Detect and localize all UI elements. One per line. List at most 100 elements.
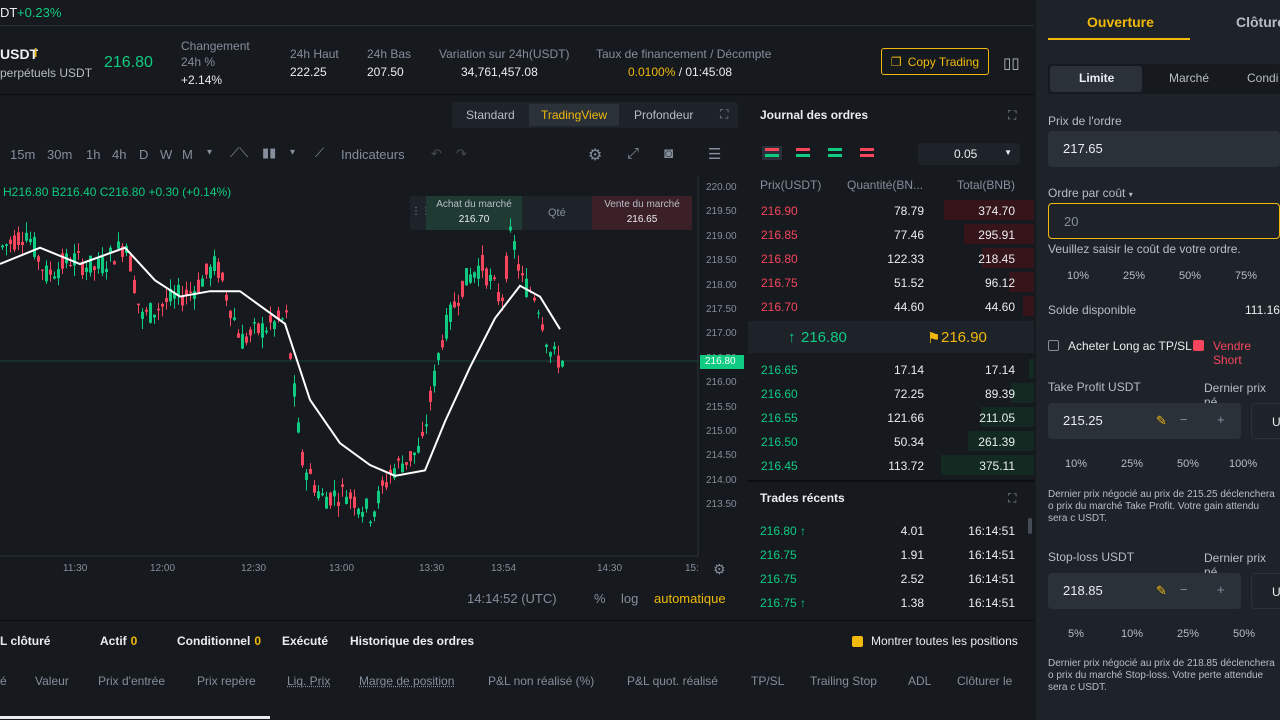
indicators-icon[interactable]: ⟋ — [315, 145, 324, 161]
interval-d[interactable]: D — [139, 147, 148, 162]
interval-30m[interactable]: 30m — [47, 147, 72, 162]
line-chart-icon[interactable]: ⟋⟍ — [230, 145, 248, 161]
chart-type-dropdown-icon[interactable]: ▾ — [290, 147, 295, 158]
edit-icon[interactable]: ✎ — [1156, 583, 1167, 599]
sl-minus-button[interactable]: − — [1180, 582, 1188, 597]
order-type-limit[interactable]: Limite — [1079, 71, 1114, 85]
short-tpsl-checkbox[interactable] — [1193, 340, 1204, 351]
edit-icon[interactable]: ✎ — [1156, 413, 1167, 429]
sl-pct-50[interactable]: 50% — [1233, 628, 1255, 640]
interval-dropdown-icon[interactable]: ▾ — [207, 147, 212, 158]
bid-row[interactable]: 216.65 17.14 17.14 — [748, 357, 1034, 381]
interval-w[interactable]: W — [160, 147, 172, 162]
sl-plus-button[interactable]: + — [1217, 582, 1225, 597]
positions-tab[interactable]: Exécuté — [282, 634, 332, 648]
ask-row[interactable]: 216.80 122.33 218.45 — [748, 246, 1034, 270]
tp-price-input[interactable]: 215.25 ✎ − + — [1048, 403, 1241, 439]
interval-1h[interactable]: 1h — [86, 147, 100, 162]
book-view-asks-icon[interactable] — [860, 146, 876, 160]
positions-tab[interactable]: Conditionnel 0 — [177, 634, 261, 648]
log-scale-toggle[interactable]: log — [621, 591, 638, 606]
tp-pct-50[interactable]: 50% — [1177, 458, 1199, 470]
order-type-conditional[interactable]: Condi — [1247, 71, 1278, 85]
percent-scale-toggle[interactable]: % — [594, 591, 606, 606]
book-view-split-icon[interactable] — [796, 146, 812, 160]
tick-size-select[interactable]: 0.05 ▼ — [918, 143, 1020, 165]
cost-pct-50[interactable]: 50% — [1179, 270, 1201, 282]
column-header[interactable]: Trailing Stop — [810, 674, 877, 688]
tab-tradingview[interactable]: TradingView — [529, 104, 619, 126]
column-header[interactable]: Prix d'entrée — [98, 674, 165, 688]
indicators-button[interactable]: Indicateurs — [341, 147, 405, 162]
column-header[interactable]: Liq. Prix — [287, 674, 330, 688]
candlestick-chart[interactable] — [0, 176, 746, 580]
expand-chart-icon[interactable]: ⛶ — [720, 107, 728, 122]
book-view-bids-icon[interactable] — [828, 146, 844, 160]
redo-icon[interactable]: ↷ — [456, 146, 467, 162]
ask-row[interactable]: 216.75 51.52 96.12 — [748, 270, 1034, 294]
undo-icon[interactable]: ↶ — [431, 146, 442, 162]
positions-tab[interactable]: Historique des ordres — [350, 634, 478, 648]
layout-icon[interactable]: ☰ — [708, 145, 721, 163]
tab-close[interactable]: Clôture — [1236, 14, 1280, 30]
show-all-checkbox[interactable] — [852, 636, 863, 647]
bid-row[interactable]: 216.50 50.34 261.39 — [748, 429, 1034, 453]
tab-depth[interactable]: Profondeur — [622, 104, 705, 126]
cost-label[interactable]: Ordre par coût ▾ — [1048, 186, 1133, 200]
funding-stat[interactable]: Taux de financement / Décompte 0.0100% /… — [596, 47, 771, 79]
column-header[interactable]: Clôturer le — [957, 674, 1012, 688]
camera-icon[interactable]: ◙ — [664, 145, 673, 162]
order-type-market[interactable]: Marché — [1169, 71, 1209, 85]
tpsl-checkbox[interactable] — [1048, 340, 1059, 351]
column-header[interactable]: é — [0, 674, 7, 688]
ask-row[interactable]: 216.90 78.79 374.70 — [748, 198, 1034, 222]
column-header[interactable]: P&L quot. réalisé — [627, 674, 718, 688]
column-header[interactable]: Marge de position — [359, 674, 454, 688]
tab-standard[interactable]: Standard — [454, 104, 527, 126]
axis-settings-icon[interactable]: ⚙ — [713, 561, 726, 578]
candles-icon[interactable]: ▮▮ — [262, 145, 276, 161]
interval-4h[interactable]: 4h — [112, 147, 126, 162]
order-price-input[interactable]: 217.65 — [1048, 131, 1280, 167]
long-tpsl-label[interactable]: Acheter Long ac TP/SL — [1068, 339, 1192, 353]
sl-pct-25[interactable]: 25% — [1177, 628, 1199, 640]
positions-tab[interactable]: Actif 0 — [100, 634, 137, 648]
bid-row[interactable]: 216.45 113.72 375.11 — [748, 453, 1034, 477]
show-all-label[interactable]: Montrer toutes les positions — [871, 634, 1018, 648]
time-axis[interactable]: 11:30 12:00 12:30 13:00 13:30 13:54 14:30 15: — [0, 563, 700, 577]
symbol-title[interactable]: USDT — [0, 46, 38, 62]
ask-row[interactable]: 216.85 77.46 295.91 — [748, 222, 1034, 246]
expand-orderbook-icon[interactable]: ⛶ — [1008, 108, 1016, 123]
fullscreen-icon[interactable]: ⤢ — [627, 145, 639, 162]
sl-price-input[interactable]: 218.85 ✎ − + — [1048, 573, 1241, 609]
book-icon[interactable]: ▯▯ — [1003, 54, 1020, 72]
tp-pct-10[interactable]: 10% — [1065, 458, 1087, 470]
column-header[interactable]: P&L non réalisé (%) — [488, 674, 594, 688]
tab-open[interactable]: Ouverture — [1087, 14, 1154, 30]
tp-plus-button[interactable]: + — [1217, 412, 1225, 427]
ask-row[interactable]: 216.70 44.60 44.60 — [748, 294, 1034, 318]
order-cost-input[interactable]: 20 — [1048, 203, 1280, 239]
bid-row[interactable]: 216.60 72.25 89.39 — [748, 381, 1034, 405]
positions-tab[interactable]: L clôturé — [0, 634, 54, 648]
settings-icon[interactable]: ⚙ — [588, 145, 602, 165]
cost-pct-25[interactable]: 25% — [1123, 270, 1145, 282]
copy-trading-button[interactable]: ❐ Copy Trading — [881, 48, 989, 75]
sl-pct-10[interactable]: 10% — [1121, 628, 1143, 640]
column-header[interactable]: Prix repère — [197, 674, 256, 688]
cost-pct-75[interactable]: 75% — [1235, 270, 1257, 282]
interval-15m[interactable]: 15m — [10, 147, 35, 162]
info-icon[interactable]: i — [34, 46, 37, 60]
tp-pct-25[interactable]: 25% — [1121, 458, 1143, 470]
column-header[interactable]: TP/SL — [751, 674, 784, 688]
tp-minus-button[interactable]: − — [1180, 412, 1188, 427]
expand-trades-icon[interactable]: ⛶ — [1008, 491, 1016, 506]
book-view-both-icon[interactable] — [762, 146, 782, 160]
column-header[interactable]: ADL — [908, 674, 931, 688]
auto-scale-toggle[interactable]: automatique — [654, 591, 726, 606]
trades-scrollbar[interactable] — [1028, 518, 1032, 534]
tp-pct-100[interactable]: 100% — [1229, 458, 1257, 470]
sl-unit-select[interactable]: U — [1251, 573, 1280, 609]
short-tpsl-label[interactable]: Vendre Short — [1213, 339, 1280, 367]
tp-unit-select[interactable]: U — [1251, 403, 1280, 439]
